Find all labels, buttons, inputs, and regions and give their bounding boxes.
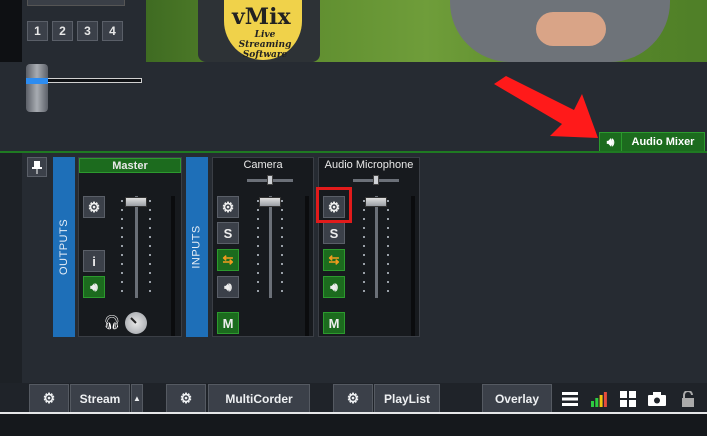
audio-levels-icon[interactable] [586,384,612,413]
number-button-1[interactable]: 1 [27,21,48,41]
multicorder-settings-button[interactable]: ⚙ [166,384,206,413]
vmix-logo-subtext: Live Streaming Software [238,30,292,60]
transition-slider-thumb[interactable] [26,64,48,112]
microphone-fader-track[interactable] [375,196,378,298]
playlist-button[interactable]: PlayList [374,384,440,413]
microphone-audio-button[interactable]: 🔊︎ [323,276,345,298]
pin-icon[interactable] [27,157,47,177]
microphone-fader-ticks-right [387,200,389,296]
microphone-level-meter [411,196,415,336]
camera-fader-thumb[interactable] [259,197,281,207]
camera-solo-button[interactable]: S [217,222,239,244]
gear-icon: ⚙ [179,390,193,406]
gear-icon: ⚙ [87,198,101,215]
stream-dropdown-button[interactable]: ▲ [131,384,143,413]
camera-level-meter [305,196,309,336]
gear-icon: ⚙ [346,390,360,406]
multiview-grid-icon[interactable] [615,384,641,413]
outputs-label: OUTPUTS [58,218,70,276]
transition-slider-indicator [26,78,48,84]
swap-arrows-icon: ⇆ [222,252,234,267]
master-settings-button[interactable]: ⚙ [83,196,105,218]
red-arrow-annotation [494,76,598,138]
vmix-logo-text: vMix [232,4,291,30]
presenter-hands [536,12,606,46]
microphone-solo-button[interactable]: S [323,222,345,244]
camera-audio-button[interactable]: 🔊︎ [217,276,239,298]
master-title: Master [79,158,181,173]
microphone-balance-thumb[interactable] [373,175,379,185]
audio-microphone-title: Audio Microphone [324,159,414,171]
master-fader-ticks-right [149,200,151,296]
microphone-mute-button[interactable]: M [323,312,345,334]
mixer-left-edge [0,153,22,383]
microphone-fader-thumb[interactable] [365,197,387,207]
gear-icon: ⚙ [42,390,56,406]
camera-fader-ticks-right [281,200,283,296]
playlist-settings-button[interactable]: ⚙ [333,384,373,413]
speaker-icon: 🔊︎ [224,279,232,294]
camera-settings-button[interactable]: ⚙ [217,196,239,218]
video-preview[interactable]: vMix Live Streaming Software [146,0,707,62]
lock-icon[interactable] [675,384,701,413]
microphone-bus-route-button[interactable]: ⇆ [323,249,345,271]
status-bar [0,414,707,436]
master-fader-ticks-left [121,200,123,296]
camera-fader-track[interactable] [269,196,272,298]
audio-mixer-button[interactable]: 🔊︎ Audio Mixer [599,132,705,152]
audio-mixer-label: Audio Mixer [631,136,695,148]
microphone-fader-ticks-left [363,200,365,296]
stream-button[interactable]: Stream [70,384,130,413]
master-info-button[interactable]: i [83,250,105,272]
swap-arrows-icon: ⇆ [328,252,340,267]
overlay-button[interactable]: Overlay [482,384,552,413]
headphone-volume-knob[interactable] [125,312,147,334]
master-fader-track[interactable] [135,196,138,298]
headphones-icon: 🎧︎ [103,314,121,330]
number-button-3[interactable]: 3 [77,21,98,41]
outputs-vertical-bar: OUTPUTS [53,157,75,337]
left-edge-strip [0,0,22,62]
master-fader-thumb[interactable] [125,197,147,207]
camera-strip: Camera ⚙ S ⇆ 🔊︎ M [212,157,314,337]
inputs-vertical-bar: INPUTS [186,157,208,337]
camera-bus-route-button[interactable]: ⇆ [217,249,239,271]
camera-balance-thumb[interactable] [267,175,273,185]
snapshot-camera-icon[interactable] [644,384,670,413]
top-control-bar[interactable] [27,0,125,6]
caret-up-icon: ▲ [133,394,141,403]
camera-mute-button[interactable]: M [217,312,239,334]
gear-icon: ⚙ [221,198,235,215]
master-audio-button[interactable]: 🔊︎ [83,276,105,298]
camera-fader-ticks-left [257,200,259,296]
inputs-label: INPUTS [191,225,203,269]
stream-settings-button[interactable]: ⚙ [29,384,69,413]
speaker-icon: 🔊︎ [330,279,338,294]
speaker-icon: 🔊︎ [600,133,622,151]
camera-title: Camera [243,159,283,171]
audio-microphone-strip: Audio Microphone ⚙ S ⇆ 🔊︎ M [318,157,420,337]
multicorder-button[interactable]: MultiCorder [208,384,310,413]
settings-highlight-box [316,187,352,223]
menu-icon[interactable] [557,384,583,413]
speaker-icon: 🔊︎ [90,279,98,294]
number-button-2[interactable]: 2 [52,21,73,41]
number-button-4[interactable]: 4 [102,21,123,41]
master-strip: Master ⚙ i 🔊︎ 🎧︎ [78,157,182,337]
master-level-meter [171,196,175,336]
